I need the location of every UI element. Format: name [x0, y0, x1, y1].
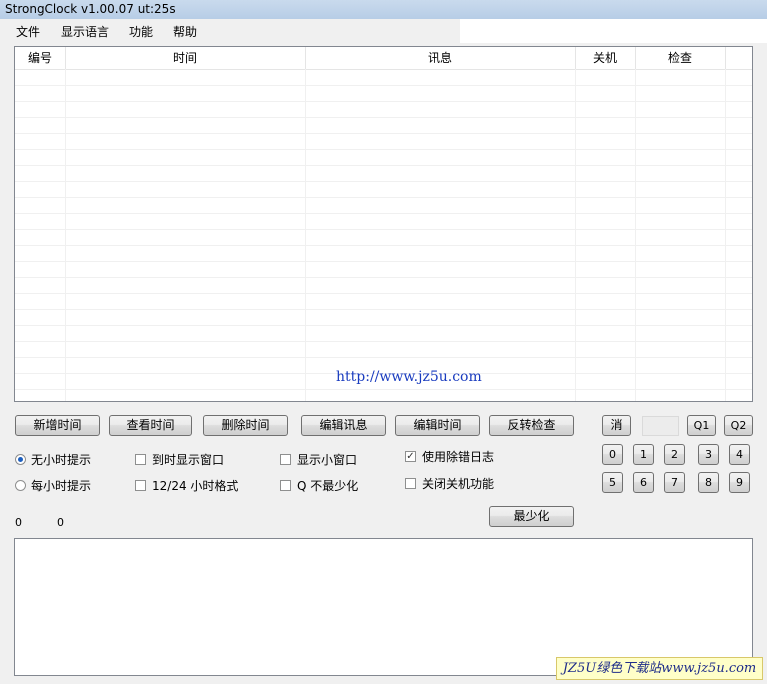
- menu-function[interactable]: 功能: [129, 23, 153, 40]
- digit-9-button[interactable]: 9: [729, 472, 750, 493]
- q2-button[interactable]: Q2: [724, 415, 753, 436]
- digit-1-button[interactable]: 1: [633, 444, 654, 465]
- digit-0-button[interactable]: 0: [602, 444, 623, 465]
- list-row[interactable]: [15, 245, 752, 262]
- menu-file[interactable]: 文件: [16, 23, 40, 40]
- checkbox-box[interactable]: [135, 480, 146, 491]
- no-hourly-radio[interactable]: 无小时提示: [15, 451, 91, 468]
- list-row[interactable]: [15, 389, 752, 401]
- edit-time-button[interactable]: 编辑时间: [395, 415, 480, 436]
- add-time-button[interactable]: 新增时间: [15, 415, 100, 436]
- digit-3-button[interactable]: 3: [698, 444, 719, 465]
- checkmark-icon: ✓: [406, 451, 415, 462]
- list-row[interactable]: [15, 213, 752, 230]
- column-header-shutdown[interactable]: 关机: [575, 47, 636, 69]
- checkbox-box[interactable]: [280, 480, 291, 491]
- status-value-right: 0: [57, 516, 64, 529]
- list-row[interactable]: [15, 181, 752, 198]
- digit-6-button[interactable]: 6: [633, 472, 654, 493]
- show-window-on-time-label: 到时显示窗口: [152, 453, 225, 467]
- radio-indicator[interactable]: [15, 454, 26, 465]
- schedule-list[interactable]: 编号 时间 讯息 关机 检查 http://www.jz5u.com: [14, 46, 753, 402]
- format-12-24-label: 12/24 小时格式: [152, 479, 239, 493]
- edit-message-button[interactable]: 编辑讯息: [301, 415, 386, 436]
- disable-shutdown-label: 关闭关机功能: [422, 477, 495, 491]
- checkbox-box[interactable]: [280, 454, 291, 465]
- window-title-bar: StrongClock v1.00.07 ut:25s: [0, 0, 767, 19]
- watermark-badge: JZ5U绿色下载站www.jz5u.com: [556, 657, 763, 680]
- list-row[interactable]: [15, 165, 752, 182]
- show-small-window-label: 显示小窗口: [297, 453, 358, 467]
- list-row[interactable]: [15, 85, 752, 102]
- digit-2-button[interactable]: 2: [664, 444, 685, 465]
- checkbox-box[interactable]: [135, 454, 146, 465]
- minimize-button[interactable]: 最少化: [489, 506, 574, 527]
- view-time-button[interactable]: 查看时间: [109, 415, 192, 436]
- digit-7-button[interactable]: 7: [664, 472, 685, 493]
- show-window-on-time-checkbox[interactable]: 到时显示窗口: [135, 451, 224, 468]
- list-row[interactable]: [15, 277, 752, 294]
- list-row[interactable]: [15, 149, 752, 166]
- radio-indicator[interactable]: [15, 480, 26, 491]
- list-row[interactable]: [15, 325, 752, 342]
- status-value-left: 0: [15, 516, 22, 529]
- menu-bar-blank-area: [460, 19, 767, 43]
- q-no-minimize-checkbox[interactable]: Q 不最少化: [280, 477, 358, 494]
- q-no-minimize-label: Q 不最少化: [297, 479, 359, 493]
- checkbox-box[interactable]: [405, 478, 416, 489]
- digit-display: [642, 416, 679, 436]
- digit-5-button[interactable]: 5: [602, 472, 623, 493]
- list-row[interactable]: [15, 341, 752, 358]
- use-debug-log-label: 使用除错日志: [422, 450, 495, 464]
- list-row[interactable]: [15, 133, 752, 150]
- menu-help[interactable]: 帮助: [173, 23, 197, 40]
- no-hourly-label: 无小时提示: [31, 453, 92, 467]
- disable-shutdown-checkbox[interactable]: 关闭关机功能: [405, 475, 494, 492]
- use-debug-log-checkbox[interactable]: ✓ 使用除错日志: [405, 448, 494, 465]
- format-12-24-checkbox[interactable]: 12/24 小时格式: [135, 477, 238, 494]
- column-header-message[interactable]: 讯息: [305, 47, 576, 69]
- list-row[interactable]: [15, 261, 752, 278]
- list-row[interactable]: [15, 117, 752, 134]
- column-header-check[interactable]: 检查: [635, 47, 726, 69]
- hourly-label: 每小时提示: [31, 479, 92, 493]
- checkbox-box[interactable]: ✓: [405, 451, 416, 462]
- cancel-button[interactable]: 消: [602, 415, 631, 436]
- delete-time-button[interactable]: 删除时间: [203, 415, 288, 436]
- list-row[interactable]: [15, 69, 752, 86]
- menu-bar: 文件 显示语言 功能 帮助: [0, 19, 460, 43]
- list-row[interactable]: [15, 309, 752, 326]
- invert-check-button[interactable]: 反转检查: [489, 415, 574, 436]
- menu-display-language[interactable]: 显示语言: [61, 23, 109, 40]
- list-row[interactable]: [15, 229, 752, 246]
- list-row[interactable]: [15, 101, 752, 118]
- watermark-url: http://www.jz5u.com: [336, 369, 482, 385]
- list-row[interactable]: [15, 197, 752, 214]
- digit-4-button[interactable]: 4: [729, 444, 750, 465]
- hourly-radio[interactable]: 每小时提示: [15, 477, 91, 494]
- digit-8-button[interactable]: 8: [698, 472, 719, 493]
- column-header-id[interactable]: 编号: [15, 47, 66, 69]
- q1-button[interactable]: Q1: [687, 415, 716, 436]
- log-output-area[interactable]: [14, 538, 753, 676]
- list-header: 编号 时间 讯息 关机 检查: [15, 47, 752, 70]
- list-row[interactable]: [15, 293, 752, 310]
- window-title: StrongClock v1.00.07 ut:25s: [5, 2, 176, 16]
- show-small-window-checkbox[interactable]: 显示小窗口: [280, 451, 357, 468]
- column-header-time[interactable]: 时间: [65, 47, 306, 69]
